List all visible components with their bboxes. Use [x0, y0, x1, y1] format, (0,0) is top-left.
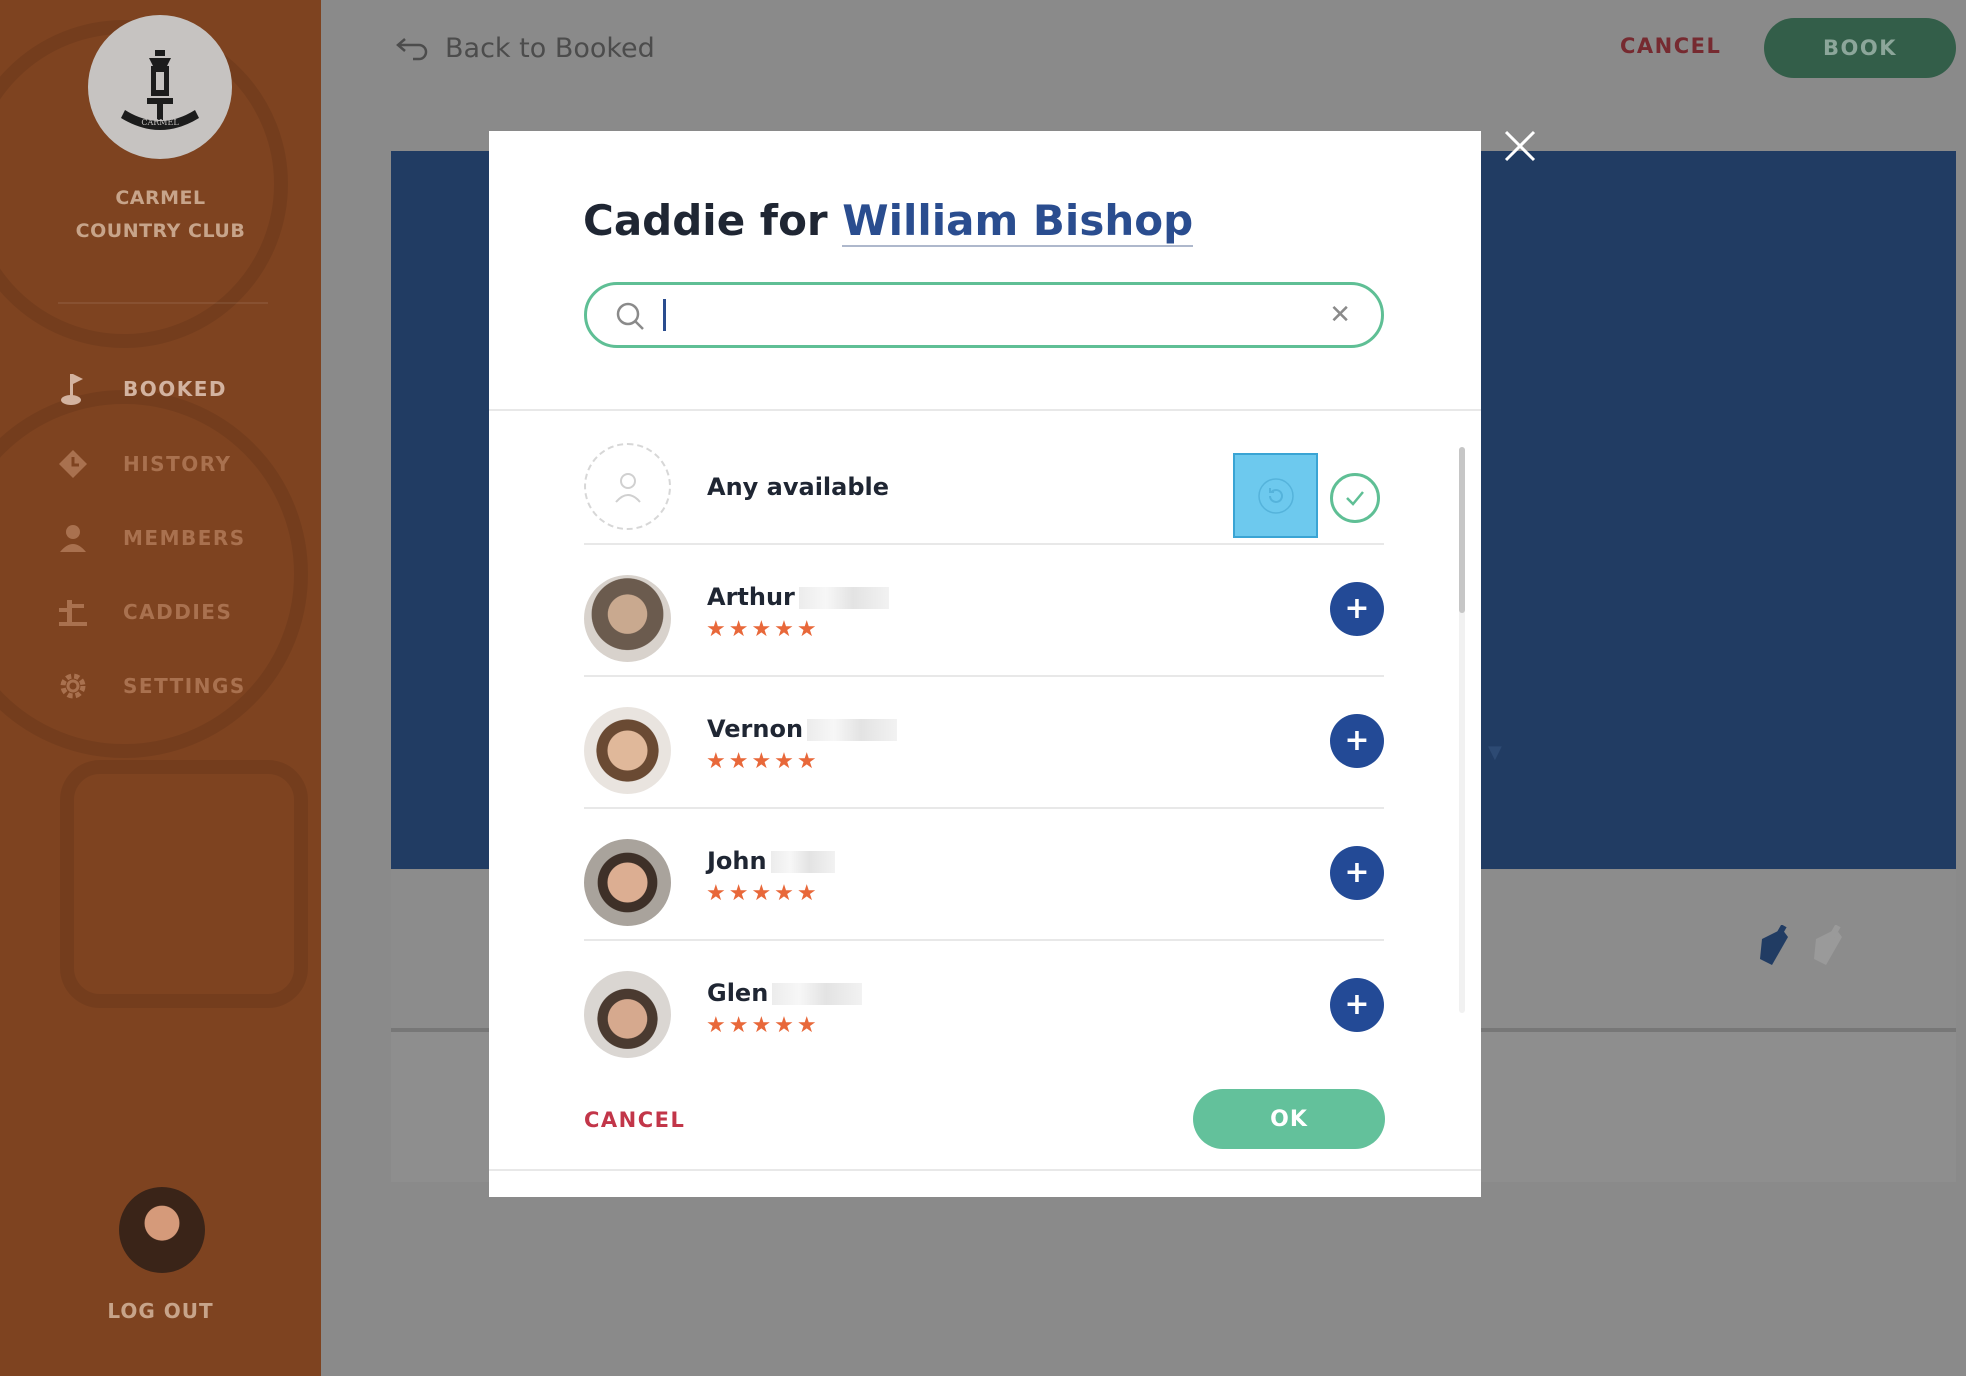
generic-person-icon [584, 443, 671, 530]
sidebar-decoration [60, 760, 308, 1008]
modal-cancel-button[interactable]: CANCEL [584, 1108, 685, 1132]
selected-check-button[interactable] [1330, 473, 1380, 523]
member-icon [56, 521, 90, 555]
caddie-avatar [584, 575, 671, 662]
clear-search-icon[interactable]: ✕ [1329, 301, 1351, 329]
golf-bag-icon [1760, 925, 1788, 965]
golf-flag-icon [56, 372, 90, 406]
refresh-icon [1257, 477, 1294, 514]
star-rating: ★★★★★ [706, 749, 820, 774]
svg-text:CARMEL: CARMEL [141, 118, 179, 127]
modal-title-prefix: Caddie for [583, 196, 828, 245]
player-name-link[interactable]: William Bishop [842, 196, 1194, 247]
list-item-caddie[interactable]: Vernon ★★★★★ + [584, 675, 1384, 809]
add-caddie-button[interactable]: + [1330, 846, 1384, 900]
text-caret [663, 299, 666, 331]
scrollbar-thumb[interactable] [1459, 447, 1465, 613]
redacted-surname [798, 587, 889, 609]
caddie-first-name: Arthur [707, 583, 795, 611]
sidebar-item-booked[interactable]: BOOKED [0, 364, 321, 414]
sidebar-item-label: CADDIES [123, 600, 233, 624]
club-name-line2: COUNTRY CLUB [75, 220, 246, 242]
sidebar-item-label: MEMBERS [123, 526, 246, 550]
user-avatar[interactable] [119, 1187, 205, 1273]
club-name-line1: CARMEL [115, 187, 206, 209]
sidebar-item-label: BOOKED [123, 377, 228, 401]
gear-icon [56, 669, 90, 703]
dropdown-arrow-icon: ▼ [1488, 742, 1502, 763]
caddie-first-name: Glen [707, 979, 769, 1007]
top-cancel-button[interactable]: CANCEL [1620, 34, 1721, 58]
golf-bag-icon [1814, 925, 1842, 965]
sidebar-item-label: SETTINGS [123, 674, 246, 698]
back-arrow-icon [396, 38, 428, 61]
add-caddie-button[interactable]: + [1330, 582, 1384, 636]
back-label: Back to Booked [445, 32, 655, 64]
star-rating: ★★★★★ [706, 617, 820, 642]
book-button[interactable]: BOOK [1764, 18, 1956, 78]
redacted-surname [772, 983, 863, 1005]
list-item-caddie[interactable]: Glen ★★★★★ + [584, 939, 1384, 1071]
list-item-caddie[interactable]: John ★★★★★ + [584, 807, 1384, 941]
club-logo[interactable]: CARMEL [88, 15, 232, 159]
add-caddie-button[interactable]: + [1330, 978, 1384, 1032]
close-icon[interactable] [1500, 126, 1540, 166]
add-caddie-button[interactable]: + [1330, 714, 1384, 768]
check-icon [1346, 491, 1364, 506]
caddie-avatar [584, 971, 671, 1058]
caddie-name: John [707, 847, 835, 875]
caddie-name: Arthur [707, 583, 889, 611]
sidebar: CARMEL CARMEL COUNTRY CLUB BOOKED HISTOR… [0, 0, 321, 1376]
redacted-surname [807, 719, 898, 741]
redacted-surname [770, 851, 835, 873]
divider [489, 1169, 1481, 1171]
ok-button[interactable]: OK [1193, 1089, 1385, 1149]
star-rating: ★★★★★ [706, 1013, 820, 1038]
search-icon [616, 302, 644, 330]
caddie-name: Glen [707, 979, 863, 1007]
caddie-avatar [584, 707, 671, 794]
sidebar-item-caddies[interactable]: CADDIES [0, 587, 321, 637]
sidebar-item-settings[interactable]: SETTINGS [0, 661, 321, 711]
caddie-avatar [584, 839, 671, 926]
caddie-list[interactable]: Any available Arthur ★★★★★ + Vernon ★★★★… [489, 411, 1481, 1169]
caddie-search-input[interactable]: ✕ [584, 282, 1384, 348]
any-available-label: Any available [707, 473, 890, 501]
star-rating: ★★★★★ [706, 881, 820, 906]
club-name: CARMEL COUNTRY CLUB [0, 182, 321, 248]
golf-bag-icons [1754, 925, 1848, 969]
sidebar-item-label: HISTORY [123, 452, 232, 476]
sidebar-item-history[interactable]: HISTORY [0, 439, 321, 489]
caddie-modal: Caddie for William Bishop ✕ Any availabl… [489, 131, 1481, 1197]
caddie-first-name: Vernon [707, 715, 804, 743]
sidebar-divider [58, 302, 268, 304]
back-to-booked-link[interactable]: Back to Booked [395, 28, 655, 68]
sidebar-item-members[interactable]: MEMBERS [0, 513, 321, 563]
refresh-button[interactable] [1233, 453, 1318, 538]
list-item-any-available[interactable]: Any available [584, 411, 1384, 545]
logout-link[interactable]: LOG OUT [0, 1299, 321, 1323]
caddie-icon [56, 595, 90, 629]
caddie-first-name: John [707, 847, 767, 875]
history-tag-icon [56, 447, 90, 481]
caddie-name: Vernon [707, 715, 898, 743]
lantern-icon: CARMEL [121, 50, 199, 130]
list-item-caddie[interactable]: Arthur ★★★★★ + [584, 543, 1384, 677]
modal-title: Caddie for William Bishop [583, 196, 1194, 247]
